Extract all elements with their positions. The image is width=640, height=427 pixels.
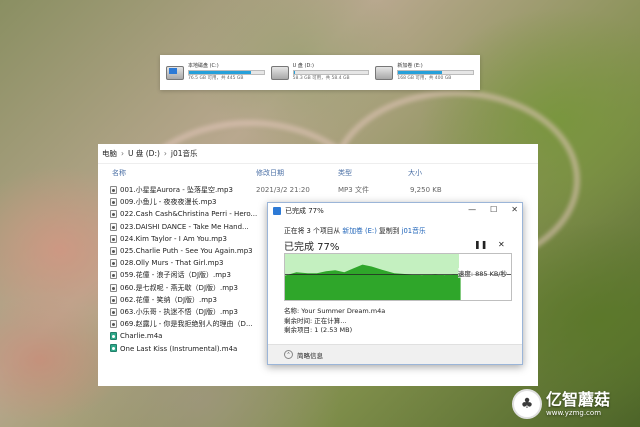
file-name: 009.小鱼儿 - 夜夜夜漫长.mp3 [120, 198, 217, 207]
audio-file-icon [110, 307, 117, 316]
drive-icon [270, 65, 289, 80]
time-remaining-line: 剩余时间: 正在计算... [284, 316, 347, 325]
drive-icon [375, 65, 394, 80]
file-name: 001.小星星Aurora - 坠落星空.mp3 [120, 186, 233, 195]
file-size: 9,250 KB [410, 186, 442, 195]
pause-icon[interactable]: ❚❚ [474, 240, 487, 249]
watermark: ♣ 亿智蘑菇 www.yzmg.com [512, 384, 636, 424]
audio-file-icon [110, 234, 117, 243]
breadcrumb-item[interactable]: 电脑 [102, 148, 117, 159]
speed-graph: 速度: 885 KB/秒 [284, 253, 512, 301]
drive-name: 新加卷 (E:) [397, 63, 423, 69]
copy-progress-dialog: 已完成 77% — ☐ ✕ 正在将 3 个项目从 新加卷 (E:) 复制到 j0… [267, 202, 523, 365]
speed-area [285, 264, 461, 300]
drive-size: 58.3 GB 可用，共 58.4 GB [292, 76, 350, 81]
file-name: 023.DAISHI DANCE - Take Me Hand... [120, 222, 249, 231]
audio-file-icon [110, 344, 117, 353]
file-name: 060.是七叔呢 - 燕无歇（DJ版）.mp3 [120, 283, 238, 292]
audio-file-icon [110, 222, 117, 231]
audio-file-icon [110, 295, 117, 304]
progress-percent: 已完成 77% [284, 242, 340, 253]
drive-icon [166, 65, 184, 80]
file-type: MP3 文件 [338, 186, 369, 195]
file-name: 063.小乐哥 - 执迷不悟（DJ版）.mp3 [120, 307, 238, 316]
copy-details: 名称: Your Summer Dream.m4a 剩余时间: 正在计算... … [284, 307, 385, 336]
close-icon[interactable]: ✕ [498, 240, 505, 249]
drive-c[interactable]: 本地磁盘 (C:) 76.5 GB 可用，共 445 GB [166, 63, 265, 82]
drive-size: 168 GB 可用，共 400 GB [397, 76, 452, 81]
drive-d[interactable]: U 盘 (D:) 58.3 GB 可用，共 58.4 GB [270, 63, 370, 82]
file-name: 062.花僮 - 笑纳（DJ版）.mp3 [120, 295, 217, 304]
maximize-button[interactable]: ☐ [490, 205, 497, 214]
audio-file-icon [110, 271, 117, 280]
column-header-size[interactable]: 大小 [408, 168, 422, 178]
destination-link[interactable]: j01音乐 [402, 227, 426, 235]
watermark-url: www.yzmg.com [546, 408, 602, 417]
copy-icon [273, 207, 281, 215]
audio-file-icon [110, 259, 117, 268]
file-name: 025.Charlie Puth - See You Again.mp3 [120, 247, 253, 256]
breadcrumb-item[interactable]: U 盘 (D:) [128, 148, 160, 159]
audio-file-icon [110, 283, 117, 292]
speed-label: 速度: 885 KB/秒 [457, 268, 507, 278]
file-date: 2021/3/2 21:20 [256, 186, 310, 195]
column-header-date[interactable]: 修改日期 [256, 168, 284, 178]
dialog-title: 已完成 77% [285, 207, 324, 215]
drive-name: 本地磁盘 (C:) [188, 63, 219, 69]
file-row[interactable]: 001.小星星Aurora - 坠落星空.mp3 2021/3/2 21:20 MP… [98, 184, 538, 196]
audio-file-icon [110, 210, 117, 219]
chevron-right-icon: › [121, 149, 124, 158]
audio-file-icon [110, 246, 117, 255]
file-name: One Last Kiss (Instrumental).m4a [120, 344, 238, 353]
chevron-right-icon: › [163, 149, 167, 158]
watermark-brand: 亿智蘑菇 [546, 389, 611, 409]
breadcrumb-item[interactable]: j01音乐 [171, 148, 198, 159]
file-name: Charlie.m4a [120, 332, 163, 341]
minimize-button[interactable]: — [468, 205, 476, 214]
source-link[interactable]: 新加卷 (E:) [342, 227, 376, 235]
copy-middle: 复制到 [379, 227, 400, 235]
file-name: 059.花僮 - 浪子闲话（DJ版）.mp3 [120, 271, 231, 280]
audio-file-icon [110, 320, 117, 329]
fewer-details-toggle[interactable]: ⌃ 简略信息 [268, 344, 522, 364]
audio-file-icon [110, 332, 117, 341]
file-name: 069.赵露儿 - 你是我拒绝别人的理由（D... [120, 320, 253, 329]
file-name: 022.Cash Cash&Christina Perri - Hero... [120, 210, 258, 219]
drive-name: U 盘 (D:) [292, 63, 314, 69]
file-name: 028.Olly Murs - That Girl.mp3 [120, 259, 224, 268]
chevron-up-icon: ⌃ [284, 350, 293, 359]
audio-file-icon [110, 198, 117, 207]
drive-e[interactable]: 新加卷 (E:) 168 GB 可用，共 400 GB [375, 63, 475, 82]
column-header-name[interactable]: 名称 [112, 168, 126, 178]
drive-panel: 本地磁盘 (C:) 76.5 GB 可用，共 445 GB U 盘 (D:) 5… [160, 55, 480, 90]
fewer-details-label: 简略信息 [297, 351, 323, 360]
items-remaining-line: 剩余项目: 1 (2.53 MB) [284, 326, 353, 334]
column-headers: 名称 修改日期 类型 大小 [98, 166, 538, 180]
mushroom-logo-icon: ♣ [512, 389, 542, 419]
column-header-type[interactable]: 类型 [338, 168, 352, 178]
breadcrumb: 电脑 › U 盘 (D:) › j01音乐 [98, 144, 538, 164]
audio-file-icon [110, 186, 117, 194]
drive-size: 76.5 GB 可用，共 445 GB [188, 76, 244, 81]
file-name: 024.Kim Taylor - I Am You.mp3 [120, 234, 227, 243]
copy-prefix: 正在将 3 个项目从 [284, 227, 341, 235]
file-name-line: 名称: Your Summer Dream.m4a [284, 307, 386, 315]
close-button[interactable]: ✕ [511, 205, 518, 214]
copy-description: 正在将 3 个项目从 新加卷 (E:) 复制到 j01音乐 [284, 225, 426, 235]
